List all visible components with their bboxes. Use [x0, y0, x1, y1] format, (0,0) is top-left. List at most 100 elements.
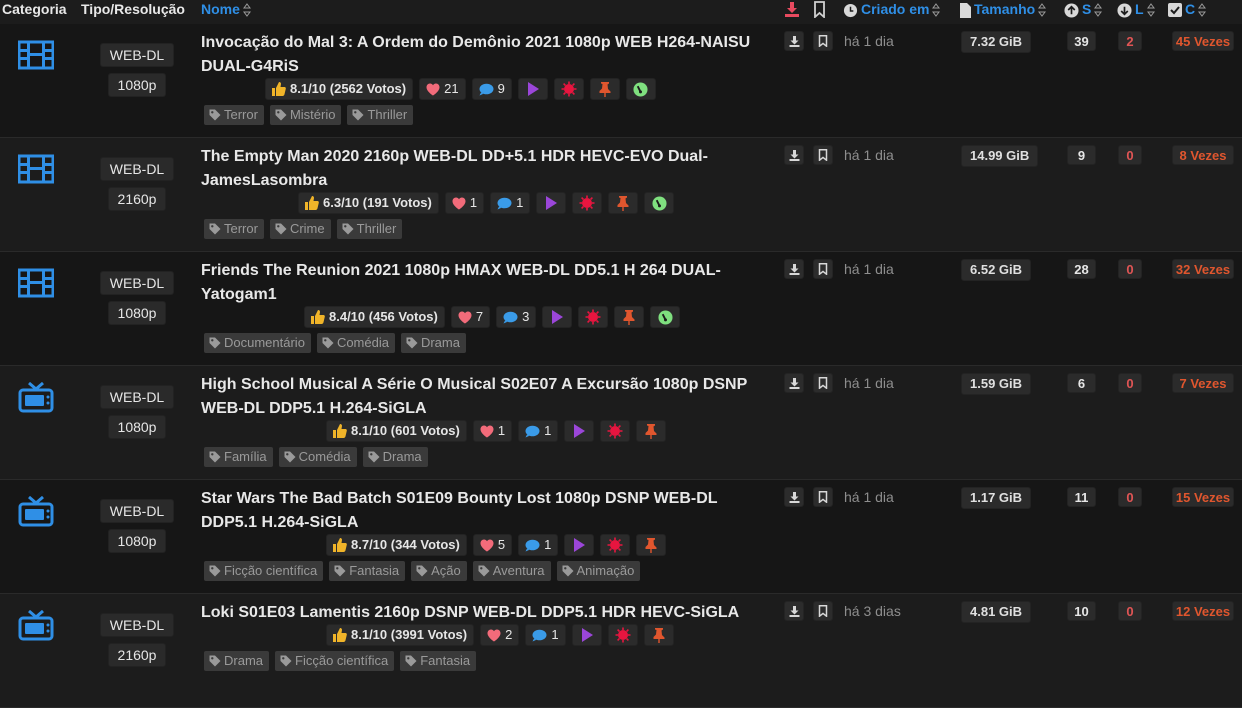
leechers-count[interactable]: 0 — [1118, 373, 1142, 393]
leechers-count[interactable]: 0 — [1118, 145, 1142, 165]
download-button[interactable] — [784, 31, 804, 51]
comments-chip[interactable]: 3 — [496, 306, 537, 328]
pin-button[interactable] — [608, 192, 639, 214]
comments-chip[interactable]: 9 — [471, 78, 512, 100]
download-button[interactable] — [784, 487, 804, 507]
column-completed[interactable]: C — [1168, 0, 1207, 20]
genre-tag[interactable]: Animação — [556, 561, 641, 581]
genre-tag[interactable]: Terror — [204, 105, 264, 125]
speed-button[interactable] — [650, 306, 681, 328]
download-button[interactable] — [784, 259, 804, 279]
completed-count[interactable]: 12 Vezes — [1172, 601, 1234, 621]
seeders-count[interactable]: 11 — [1067, 487, 1096, 507]
virus-scan-button[interactable] — [572, 192, 603, 214]
seeders-count[interactable]: 6 — [1067, 373, 1096, 393]
leechers-count[interactable]: 0 — [1118, 601, 1142, 621]
seeders-count[interactable]: 9 — [1067, 145, 1096, 165]
genre-tag[interactable]: Fantasia — [329, 561, 406, 581]
pin-button[interactable] — [614, 306, 645, 328]
seeders-count[interactable]: 28 — [1067, 259, 1096, 279]
bookmark-button[interactable] — [813, 145, 833, 165]
column-criado-em[interactable]: Criado em — [843, 0, 941, 20]
genre-tag[interactable]: Família — [204, 447, 273, 467]
torrent-title-link[interactable]: Star Wars The Bad Batch S01E09 Bounty Lo… — [201, 487, 776, 535]
virus-scan-button[interactable] — [553, 78, 584, 100]
virus-scan-button[interactable] — [578, 306, 609, 328]
completed-count[interactable]: 8 Vezes — [1172, 145, 1234, 165]
genre-tag[interactable]: Crime — [269, 219, 331, 239]
speed-button[interactable] — [625, 78, 656, 100]
genre-tag[interactable]: Fantasia — [400, 651, 477, 671]
likes-chip[interactable]: 7 — [450, 306, 491, 328]
genre-tag[interactable]: Drama — [204, 651, 270, 671]
genre-tag[interactable]: Ficção científica — [204, 561, 324, 581]
likes-chip[interactable]: 5 — [472, 534, 513, 556]
trailer-button[interactable] — [542, 306, 573, 328]
virus-scan-button[interactable] — [600, 420, 631, 442]
genre-tag[interactable]: Aventura — [472, 561, 551, 581]
column-categoria[interactable]: Categoria — [2, 0, 67, 20]
category-icon[interactable] — [17, 40, 55, 70]
genre-tag[interactable]: Thriller — [347, 105, 414, 125]
completed-count[interactable]: 32 Vezes — [1172, 259, 1234, 279]
pin-button[interactable] — [589, 78, 620, 100]
torrent-title-link[interactable]: Invocação do Mal 3: A Ordem do Demônio 2… — [201, 31, 776, 79]
pin-button[interactable] — [636, 420, 667, 442]
completed-count[interactable]: 45 Vezes — [1172, 31, 1234, 51]
category-icon[interactable] — [18, 381, 54, 413]
category-icon[interactable] — [17, 154, 55, 184]
download-button[interactable] — [784, 373, 804, 393]
torrent-title-link[interactable]: The Empty Man 2020 2160p WEB-DL DD+5.1 H… — [201, 145, 776, 193]
bookmark-button[interactable] — [813, 31, 833, 51]
seeders-count[interactable]: 39 — [1067, 31, 1096, 51]
comments-chip[interactable]: 1 — [518, 534, 559, 556]
genre-tag[interactable]: Comédia — [316, 333, 395, 353]
bookmark-button[interactable] — [813, 373, 833, 393]
virus-scan-button[interactable] — [607, 624, 638, 646]
genre-tag[interactable]: Terror — [204, 219, 264, 239]
torrent-title-link[interactable]: High School Musical A Série O Musical S0… — [201, 373, 776, 421]
category-icon[interactable] — [18, 609, 54, 641]
trailer-button[interactable] — [536, 192, 567, 214]
genre-tag[interactable]: Comédia — [278, 447, 357, 467]
seeders-count[interactable]: 10 — [1067, 601, 1096, 621]
category-icon[interactable] — [17, 268, 55, 298]
pin-button[interactable] — [636, 534, 667, 556]
genre-tag[interactable]: Mistério — [269, 105, 342, 125]
comments-chip[interactable]: 1 — [518, 420, 559, 442]
bookmark-button[interactable] — [813, 601, 833, 621]
leechers-count[interactable]: 0 — [1118, 487, 1142, 507]
trailer-button[interactable] — [517, 78, 548, 100]
likes-chip[interactable]: 1 — [444, 192, 485, 214]
comments-chip[interactable]: 1 — [490, 192, 531, 214]
column-tamanho[interactable]: Tamanho — [959, 0, 1047, 20]
torrent-title-link[interactable]: Friends The Reunion 2021 1080p HMAX WEB-… — [201, 259, 776, 307]
comments-chip[interactable]: 1 — [525, 624, 566, 646]
bookmark-button[interactable] — [813, 259, 833, 279]
category-icon[interactable] — [18, 495, 54, 527]
column-tipo-resolucao[interactable]: Tipo/Resolução — [81, 0, 185, 20]
genre-tag[interactable]: Ficção científica — [275, 651, 395, 671]
completed-count[interactable]: 15 Vezes — [1172, 487, 1234, 507]
trailer-button[interactable] — [571, 624, 602, 646]
genre-tag[interactable]: Documentário — [204, 333, 311, 353]
column-seeders[interactable]: S — [1064, 0, 1103, 20]
completed-count[interactable]: 7 Vezes — [1172, 373, 1234, 393]
genre-tag[interactable]: Drama — [362, 447, 428, 467]
column-nome[interactable]: Nome — [201, 0, 251, 20]
leechers-count[interactable]: 0 — [1118, 259, 1142, 279]
trailer-button[interactable] — [564, 420, 595, 442]
column-leechers[interactable]: L — [1117, 0, 1155, 20]
download-button[interactable] — [784, 601, 804, 621]
bookmark-button[interactable] — [813, 487, 833, 507]
download-button[interactable] — [784, 145, 804, 165]
genre-tag[interactable]: Thriller — [336, 219, 403, 239]
torrent-title-link[interactable]: Loki S01E03 Lamentis 2160p DSNP WEB-DL D… — [201, 601, 776, 625]
likes-chip[interactable]: 2 — [480, 624, 520, 646]
virus-scan-button[interactable] — [600, 534, 631, 556]
genre-tag[interactable]: Ação — [411, 561, 467, 581]
genre-tag[interactable]: Drama — [400, 333, 466, 353]
likes-chip[interactable]: 21 — [419, 78, 466, 100]
likes-chip[interactable]: 1 — [472, 420, 513, 442]
speed-button[interactable] — [644, 192, 675, 214]
